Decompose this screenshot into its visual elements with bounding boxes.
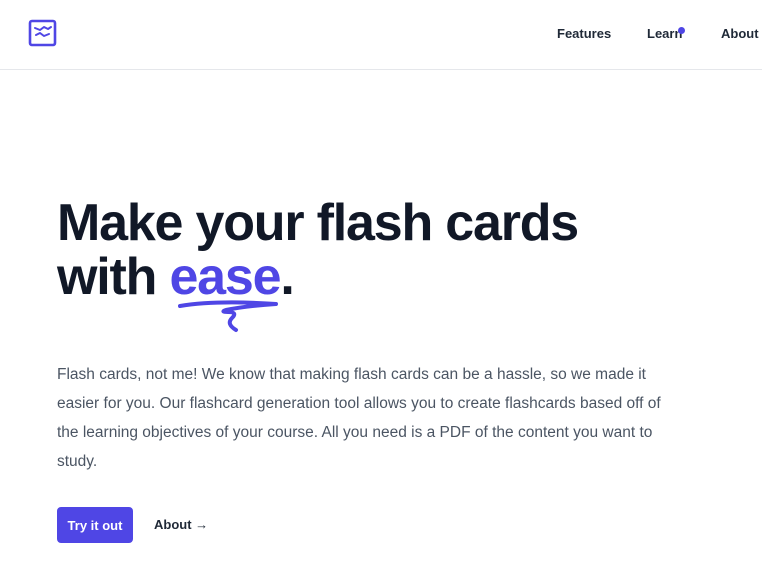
nav-features-link[interactable]: Features (557, 26, 611, 41)
site-header: Features Learn About (0, 0, 762, 70)
nav-learn-link[interactable]: Learn (647, 26, 682, 41)
headline-prefix: with (57, 248, 170, 306)
hero-description: Flash cards, not me! We know that making… (57, 366, 661, 470)
headline-line-1: Make your flash cards (57, 194, 579, 252)
underline-scribble-icon (178, 300, 278, 332)
hero-headline: Make your flash cards with ease. (57, 196, 697, 304)
learn-indicator-dot (678, 27, 685, 34)
try-it-out-button[interactable]: Try it out (57, 507, 133, 543)
flashcard-logo-icon[interactable] (28, 18, 58, 48)
about-link[interactable]: About → (154, 517, 208, 532)
nav-about-link[interactable]: About (721, 26, 759, 41)
